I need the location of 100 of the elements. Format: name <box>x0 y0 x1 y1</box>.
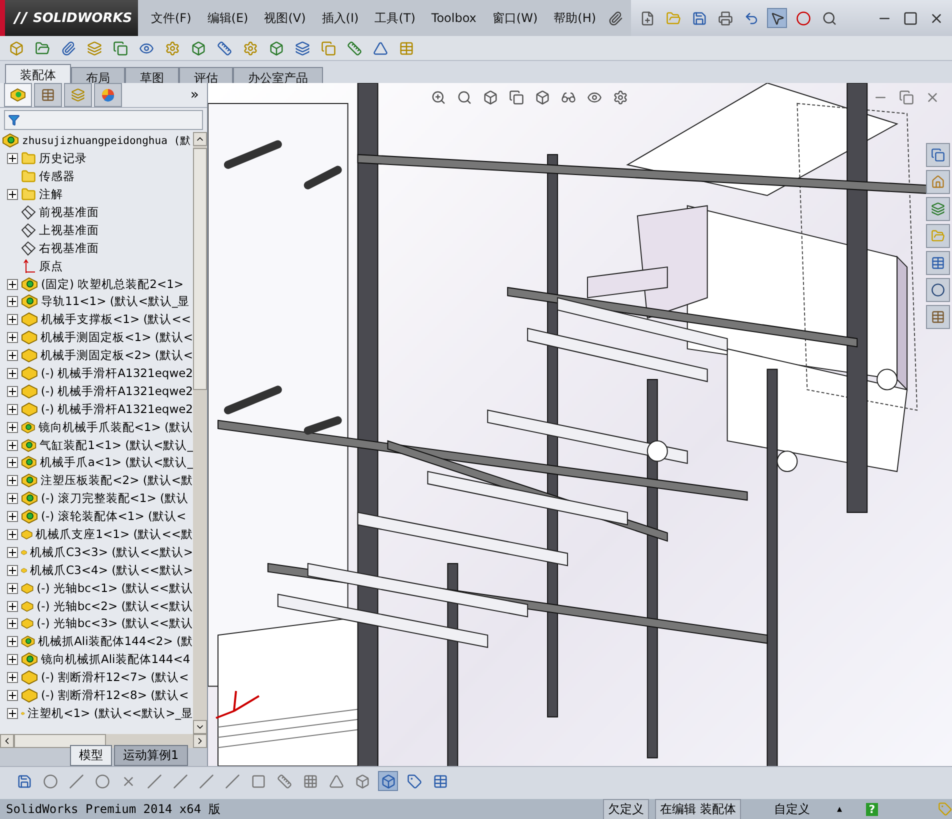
menu-item[interactable]: 编辑(E) <box>200 10 256 26</box>
bottom-tab[interactable]: 运动算例1 <box>114 745 188 766</box>
expand-icon[interactable] <box>7 708 18 719</box>
panel-tab[interactable] <box>34 83 62 107</box>
expand-icon[interactable] <box>7 564 18 576</box>
task-pane-icon[interactable] <box>926 197 950 221</box>
menu-item[interactable]: 视图(V) <box>257 10 313 26</box>
tree-item[interactable]: 前视基准面 <box>39 205 99 220</box>
expand-icon[interactable] <box>7 189 18 200</box>
expand-icon[interactable] <box>7 654 18 666</box>
tree-item[interactable]: (-) 机械手滑杆A1321eqwe2 <box>40 366 193 382</box>
tree-item[interactable]: 机械抓Ali装配体144<2> (默 <box>38 634 193 650</box>
tree-item[interactable]: (-) 光轴bc<3> (默认<<默认 <box>36 616 193 632</box>
expand-icon[interactable] <box>7 296 18 308</box>
tree-item[interactable]: 镜向机械手爪装配<1> (默认 <box>38 420 193 435</box>
expand-icon[interactable] <box>7 457 18 468</box>
panel-tab[interactable] <box>94 83 122 107</box>
tree-item[interactable]: 机械爪支座1<1> (默认<<默 <box>36 527 193 542</box>
task-pane-icon[interactable] <box>926 143 950 167</box>
expand-icon[interactable] <box>7 582 18 594</box>
units-arrow[interactable]: ▴ <box>836 804 842 814</box>
tree-item[interactable]: (-) 机械手滑杆A1321eqwe2 <box>40 402 193 417</box>
expand-icon[interactable] <box>7 332 18 344</box>
task-pane-icon[interactable] <box>926 278 950 302</box>
task-pane-icon[interactable] <box>926 251 950 275</box>
tree-item[interactable]: 机械手测固定板<2> (默认< <box>40 348 193 364</box>
expand-icon[interactable] <box>7 422 18 433</box>
command-tab[interactable]: 办公室产品 <box>233 67 323 83</box>
expand-icon[interactable] <box>7 475 18 486</box>
units-selector[interactable]: 自定义 <box>746 800 837 818</box>
tree-item[interactable]: (-) 光轴bc<2> (默认<<默认 <box>36 598 193 614</box>
expand-icon[interactable] <box>7 690 18 702</box>
tree-item[interactable]: (-) 机械手滑杆A1321eqwe2 <box>40 384 193 399</box>
help-button[interactable]: ? <box>866 802 878 816</box>
task-pane-icon[interactable] <box>926 305 950 329</box>
expand-icon[interactable] <box>7 493 18 504</box>
tree-item[interactable]: 气缸装配1<1> (默认<默认_ <box>40 438 193 453</box>
menu-item[interactable]: 窗口(W) <box>485 10 545 26</box>
expand-icon[interactable] <box>7 618 18 630</box>
tree-item[interactable]: 注塑机<1> (默认<<默认>_显 <box>28 706 193 721</box>
bottom-tab[interactable]: 模型 <box>70 745 112 766</box>
command-tab[interactable]: 装配体 <box>5 64 71 83</box>
expand-icon[interactable] <box>7 368 18 380</box>
menu-item[interactable]: 文件(F) <box>144 10 198 26</box>
menu-item[interactable]: 插入(I) <box>314 10 366 26</box>
tree-item[interactable]: 机械手测固定板<1> (默认< <box>40 330 193 346</box>
tree-item[interactable]: 上视基准面 <box>39 222 99 238</box>
expand-icon[interactable] <box>7 529 18 540</box>
scroll-left-button[interactable] <box>0 734 14 748</box>
select-pointer-icon[interactable] <box>767 8 788 28</box>
tree-item[interactable]: (-) 滚轮装配体<1> (默认< <box>41 509 186 524</box>
tree-item[interactable]: 机械手支撑板<1> (默认<< <box>41 312 192 328</box>
expand-icon[interactable] <box>7 153 18 164</box>
expand-icon[interactable] <box>7 672 18 684</box>
expand-icon[interactable] <box>7 600 18 612</box>
tree-item[interactable]: (-) 割断滑杆12<7> (默认< <box>41 670 189 686</box>
expand-icon[interactable] <box>7 278 18 290</box>
filter-field[interactable] <box>4 110 203 130</box>
tree-item[interactable]: 传感器 <box>39 169 75 184</box>
expand-icon[interactable] <box>7 440 18 451</box>
tree-item[interactable]: 镜向机械抓Ali装配体144<4 <box>41 652 190 668</box>
scroll-down-button[interactable] <box>193 720 207 734</box>
tree-item[interactable]: 机械爪C3<4> (默认<<默认> <box>30 562 193 578</box>
scroll-right-button[interactable] <box>193 734 207 748</box>
command-tab[interactable]: 草图 <box>125 67 179 83</box>
scrollbar-thumb[interactable] <box>193 148 207 390</box>
menu-item[interactable]: 工具(T) <box>368 10 422 26</box>
panel-tab[interactable] <box>4 83 32 107</box>
menu-item[interactable]: Toolbox <box>424 11 484 25</box>
command-tab[interactable]: 评估 <box>179 67 233 83</box>
tree-item[interactable]: (-) 光轴bc<1> (默认<<默认 <box>36 580 193 596</box>
tree-item[interactable]: 注解 <box>39 187 63 202</box>
tree-item[interactable]: 导轨11<1> (默认<默认_显 <box>41 294 190 310</box>
expand-icon[interactable] <box>7 546 18 558</box>
tree-item[interactable]: (固定) 吹塑机总装配2<1> <box>41 276 184 292</box>
tree-root-label[interactable]: zhusujizhuangpeidonghua (默 <box>22 134 192 148</box>
shaded-view-icon[interactable] <box>378 771 398 791</box>
more-tabs[interactable]: » <box>190 87 203 103</box>
scrollbar-thumb[interactable] <box>14 734 106 748</box>
assembly-icon <box>21 276 38 292</box>
command-tab[interactable]: 布局 <box>71 67 125 83</box>
expand-icon[interactable] <box>7 386 18 397</box>
property-sheet-icon <box>41 88 55 102</box>
expand-icon[interactable] <box>7 636 18 648</box>
expand-icon[interactable] <box>7 314 18 326</box>
plane-icon <box>21 205 36 220</box>
tree-item[interactable]: (-) 割断滑杆12<8> (默认< <box>41 688 189 704</box>
menu-item[interactable]: 帮助(H) <box>546 10 604 26</box>
part-icon <box>21 598 34 614</box>
scroll-up-button[interactable] <box>193 132 207 146</box>
tree-item[interactable]: 历史记录 <box>39 151 87 166</box>
expand-icon[interactable] <box>7 350 18 362</box>
tree-item[interactable]: 右视基准面 <box>39 240 99 256</box>
tree-item[interactable]: 机械爪C3<3> (默认<<默认> <box>30 544 193 560</box>
tree-item[interactable]: 原点 <box>39 258 63 274</box>
expand-icon[interactable] <box>7 404 18 415</box>
tree-item[interactable]: 机械手爪a<1> (默认<默认_ <box>40 455 193 470</box>
expand-icon[interactable] <box>7 511 18 522</box>
tree-item[interactable]: 注塑压板装配<2> (默认<默 <box>40 473 193 488</box>
tree-item[interactable]: (-) 滚刀完整装配<1> (默认 <box>41 491 189 506</box>
